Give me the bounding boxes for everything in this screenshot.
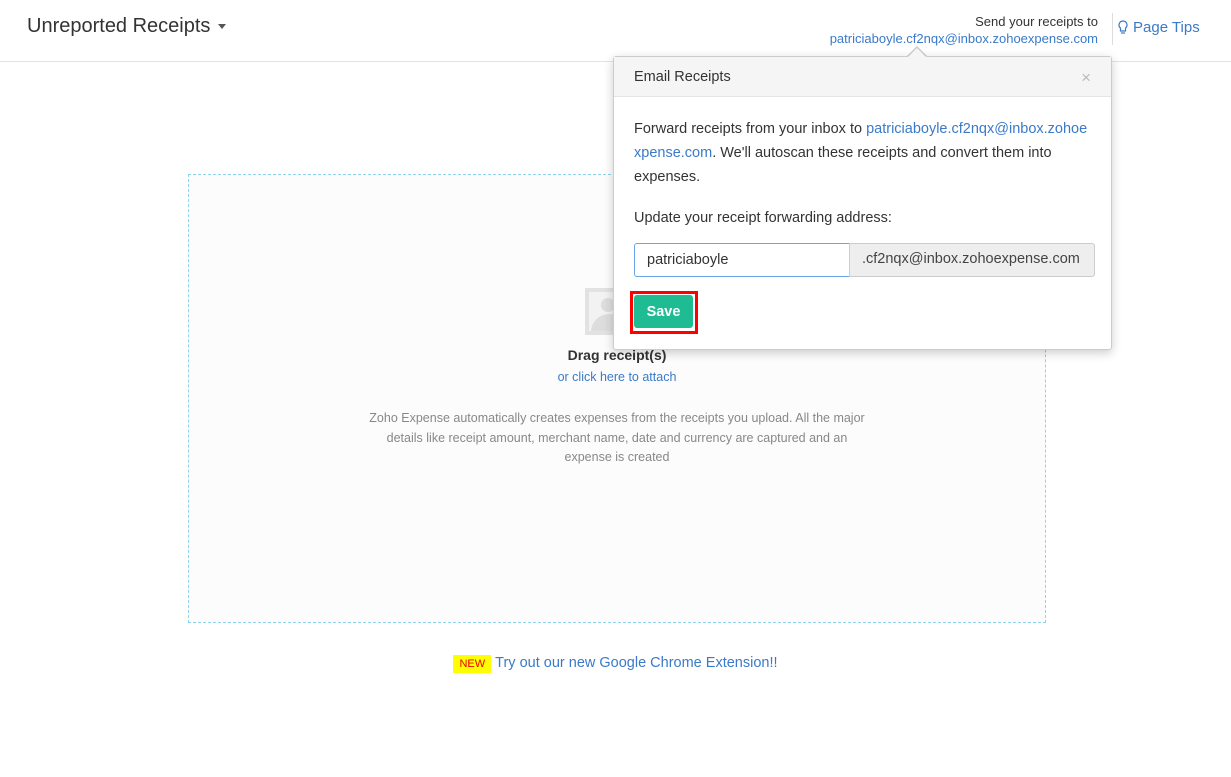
send-receipts-info: Send your receipts to patriciaboyle.cf2n… [830, 13, 1098, 47]
popover-arrow-fill [907, 48, 927, 58]
page-tips-link[interactable]: Page Tips [1118, 19, 1200, 36]
new-badge: NEW [453, 655, 492, 673]
lightbulb-icon [1118, 20, 1128, 34]
close-icon[interactable]: × [1081, 68, 1091, 88]
chrome-extension-promo: NEW Try out our new Google Chrome Extensi… [0, 655, 1231, 673]
view-selector-dropdown[interactable]: Unreported Receipts [27, 15, 227, 38]
chrome-extension-link[interactable]: Try out our new Google Chrome Extension!… [495, 655, 777, 671]
attach-link[interactable]: or click here to attach [188, 370, 1046, 384]
popover-body-text: Forward receipts from your inbox to patr… [634, 117, 1094, 189]
update-address-label: Update your receipt forwarding address: [634, 210, 892, 226]
caret-down-icon [218, 24, 227, 30]
page-tips-label: Page Tips [1133, 19, 1200, 36]
forwarding-address-input[interactable] [634, 243, 850, 277]
divider [1112, 13, 1113, 45]
forwarding-email-link[interactable]: patriciaboyle.cf2nqx@inbox.zohoexpense.c… [830, 30, 1098, 47]
popover-title: Email Receipts [634, 69, 731, 85]
send-receipts-label: Send your receipts to [975, 14, 1098, 29]
email-receipts-popover: Email Receipts × Forward receipts from y… [613, 56, 1112, 350]
popover-header: Email Receipts × [614, 57, 1111, 97]
page-title: Unreported Receipts [27, 15, 211, 37]
dropzone-description: Zoho Expense automatically creates expen… [369, 411, 865, 464]
address-domain-addon: .cf2nqx@inbox.zohoexpense.com [849, 243, 1095, 277]
body-text: Forward receipts from your inbox to [634, 121, 867, 137]
save-button[interactable]: Save [634, 295, 693, 328]
